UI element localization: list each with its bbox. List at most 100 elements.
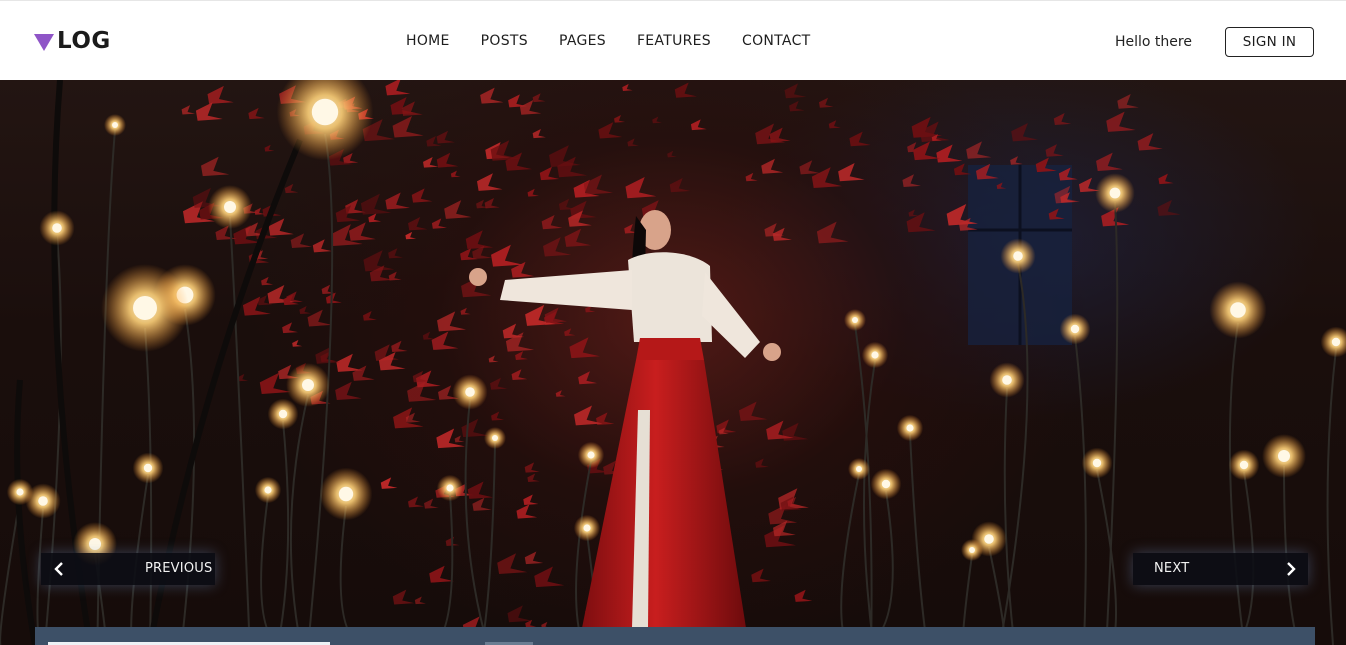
paper-crane: [527, 473, 540, 483]
paper-crane: [477, 173, 503, 191]
paper-crane: [784, 83, 807, 99]
nav-posts[interactable]: POSTS: [481, 31, 528, 51]
paper-crane: [242, 296, 271, 316]
paper-crane: [524, 551, 544, 565]
paper-crane: [936, 144, 963, 163]
paper-crane: [467, 481, 494, 499]
paper-crane: [388, 248, 404, 259]
nav-home[interactable]: HOME: [406, 31, 450, 51]
lamp-stem: [840, 473, 860, 645]
paper-crane: [424, 498, 439, 509]
paper-crane: [751, 568, 772, 583]
hero-slider: PREVIOUS NEXT: [0, 80, 1346, 645]
paper-crane: [532, 129, 546, 139]
paper-crane: [516, 504, 538, 519]
paper-crane: [237, 373, 249, 382]
paper-crane: [423, 156, 439, 168]
lamp-stem: [481, 442, 496, 645]
logo-text: LOG: [57, 28, 111, 54]
paper-crane: [465, 230, 494, 250]
lamp-stem: [1326, 348, 1337, 645]
light-bulb: [1230, 302, 1246, 318]
light-bulb: [52, 223, 62, 233]
paper-crane: [515, 351, 529, 360]
paper-crane: [818, 97, 834, 108]
light-bulb: [856, 466, 862, 472]
paper-crane: [268, 218, 294, 236]
light-bulb: [38, 496, 48, 506]
light-bulb: [446, 484, 454, 492]
lamp-stem: [276, 420, 290, 645]
light-bulb: [133, 296, 157, 320]
paper-crane: [488, 355, 499, 363]
paper-crane: [1158, 173, 1174, 185]
paper-crane: [195, 102, 223, 121]
paper-crane: [282, 322, 298, 334]
paper-crane: [491, 411, 505, 421]
slider-progress-track: [35, 627, 1315, 645]
paper-crane: [292, 339, 303, 347]
nav-contact[interactable]: CONTACT: [742, 31, 811, 51]
main-nav: HOME POSTS PAGES FEATURES CONTACT: [406, 31, 811, 51]
lamp-stem: [1074, 335, 1087, 645]
paper-crane: [816, 221, 849, 244]
paper-crane: [534, 566, 565, 588]
paper-crane: [652, 116, 662, 124]
lamp-stem: [1228, 322, 1246, 645]
paper-crane: [838, 163, 865, 182]
paper-crane: [411, 188, 433, 203]
paper-crane: [491, 244, 523, 267]
paper-crane: [472, 497, 492, 511]
paper-crane: [336, 353, 363, 372]
paper-crane: [414, 596, 426, 605]
greeting-text: Hello there: [1115, 34, 1192, 50]
paper-crane: [401, 101, 423, 116]
paper-crane: [181, 105, 196, 115]
paper-crane: [908, 209, 919, 217]
paper-crane: [207, 85, 234, 104]
previous-slide-button[interactable]: PREVIOUS: [41, 553, 215, 585]
next-slide-button[interactable]: NEXT: [1133, 553, 1308, 585]
paper-crane: [335, 381, 362, 400]
paper-crane: [1096, 152, 1123, 171]
paper-crane: [248, 107, 265, 120]
light-bulb: [264, 486, 272, 494]
paper-crane: [1117, 93, 1139, 109]
paper-crane: [484, 197, 500, 209]
paper-crane: [564, 328, 576, 336]
paper-crane: [368, 213, 382, 223]
paper-crane: [490, 377, 508, 390]
light-bulb: [583, 524, 591, 532]
paper-crane: [391, 340, 408, 353]
lamp-stem: [339, 505, 363, 645]
paper-crane: [348, 222, 376, 241]
light-bulb: [1278, 450, 1290, 462]
paper-crane: [460, 307, 471, 315]
site-logo[interactable]: LOG: [34, 29, 111, 53]
nav-features[interactable]: FEATURES: [637, 31, 711, 51]
light-bulb: [278, 409, 288, 419]
light-bulb: [984, 534, 994, 544]
paper-crane: [511, 369, 528, 381]
paper-crane: [284, 183, 299, 194]
nav-pages[interactable]: PAGES: [559, 31, 606, 51]
light-bulb: [1002, 375, 1012, 385]
paper-crane: [429, 565, 454, 583]
light-bulb: [338, 486, 354, 502]
paper-crane: [1106, 111, 1136, 132]
paper-crane: [564, 228, 592, 247]
paper-crane: [299, 306, 312, 315]
sign-in-button[interactable]: SIGN IN: [1225, 27, 1314, 57]
paper-crane: [1137, 133, 1163, 151]
paper-crane: [352, 365, 375, 381]
chevron-left-icon: [54, 562, 63, 576]
paper-crane: [1053, 113, 1072, 126]
paper-crane: [388, 271, 402, 281]
paper-crane: [1045, 144, 1064, 157]
paper-crane: [811, 167, 843, 188]
paper-crane: [405, 231, 417, 240]
paper-crane: [312, 239, 332, 253]
light-bulb: [143, 463, 153, 473]
light-bulb: [1013, 251, 1023, 261]
paper-crane: [505, 152, 532, 171]
